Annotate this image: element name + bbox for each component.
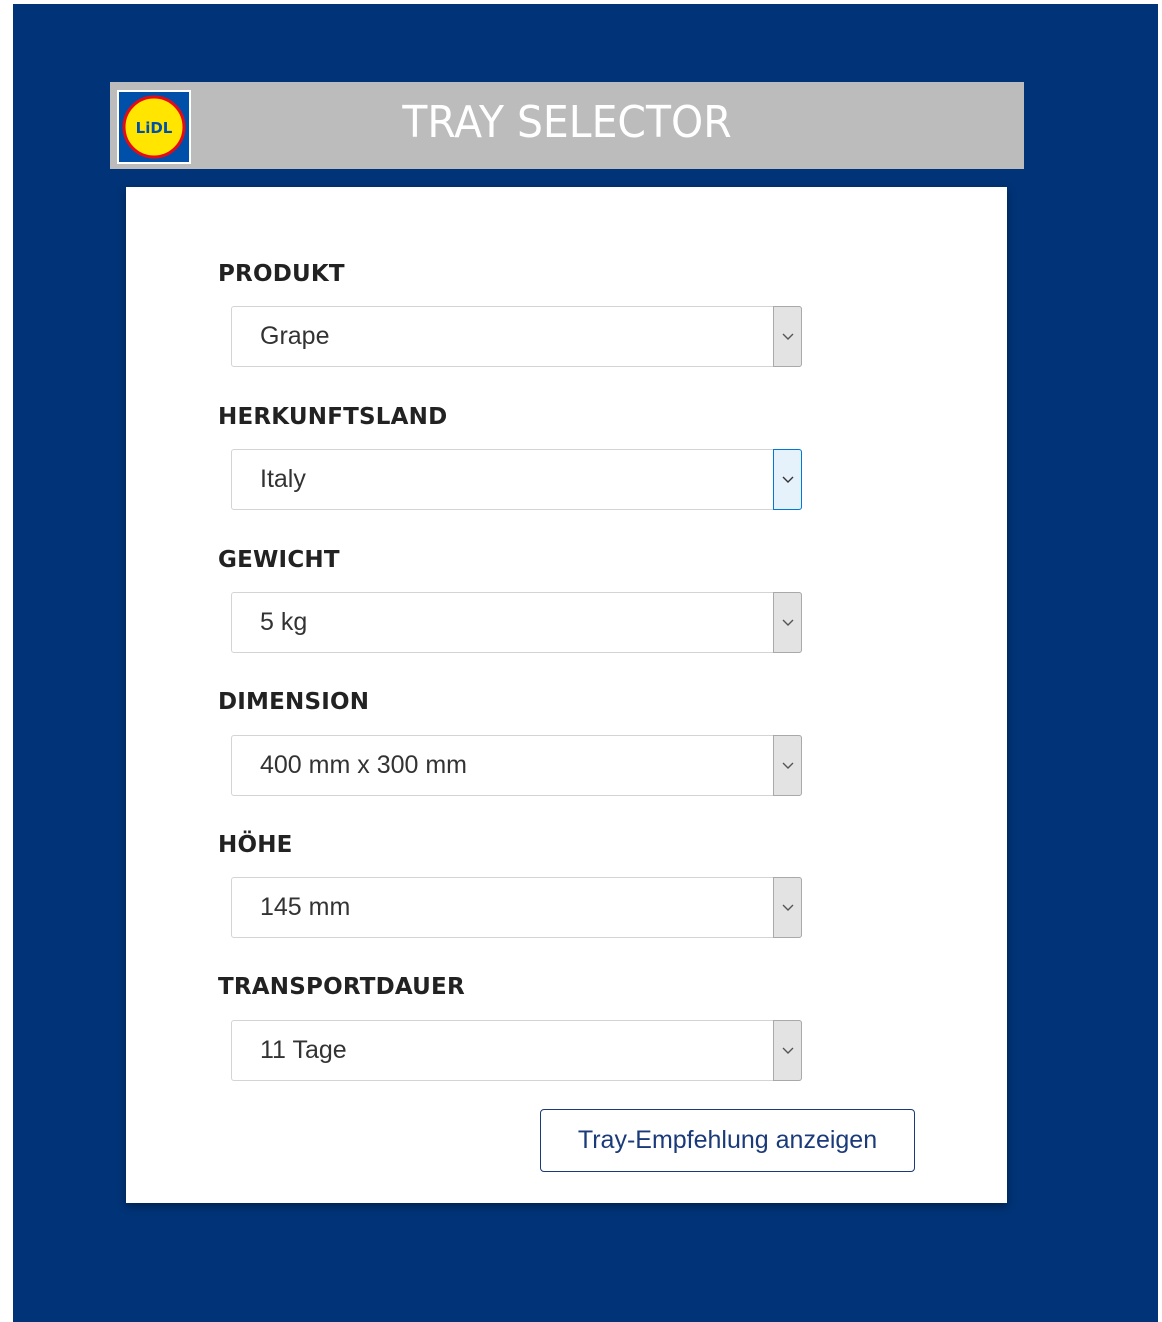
transportdauer-select[interactable]: 11 Tage [231,1020,802,1081]
dimension-label: DIMENSION [218,689,370,715]
chevron-down-icon[interactable] [773,592,802,653]
chevron-down-icon[interactable] [773,877,802,938]
herkunftsland-label: HERKUNFTSLAND [218,404,448,430]
produkt-select[interactable]: Grape [231,306,802,367]
chevron-down-icon[interactable] [773,735,802,796]
transportdauer-label: TRANSPORTDAUER [218,974,465,1000]
herkunftsland-value: Italy [260,465,306,493]
produkt-value: Grape [260,322,330,350]
hoehe-value: 145 mm [260,893,351,921]
hoehe-select[interactable]: 145 mm [231,877,802,938]
svg-text:LiDL: LiDL [136,119,173,137]
dimension-value: 400 mm x 300 mm [260,751,468,779]
herkunftsland-select[interactable]: Italy [231,449,802,510]
page-title: TRAY SELECTOR [402,97,732,148]
gewicht-value: 5 kg [260,608,308,636]
lidl-logo: LiDL [117,90,191,164]
dimension-select[interactable]: 400 mm x 300 mm [231,735,802,796]
produkt-label: PRODUKT [218,261,345,287]
transportdauer-value: 11 Tage [260,1036,347,1064]
app-header: TRAY SELECTOR LiDL [110,82,1024,169]
chevron-down-icon[interactable] [773,449,802,510]
hoehe-label: HÖHE [218,832,293,858]
tray-selector-form: PRODUKT Grape HERKUNFTSLAND Italy GEWICH… [126,187,1007,1203]
lidl-logo-icon: LiDL [122,95,186,159]
chevron-down-icon[interactable] [773,1020,802,1081]
gewicht-select[interactable]: 5 kg [231,592,802,653]
chevron-down-icon[interactable] [773,306,802,367]
gewicht-label: GEWICHT [218,547,340,573]
show-tray-recommendation-button[interactable]: Tray-Empfehlung anzeigen [540,1109,915,1172]
